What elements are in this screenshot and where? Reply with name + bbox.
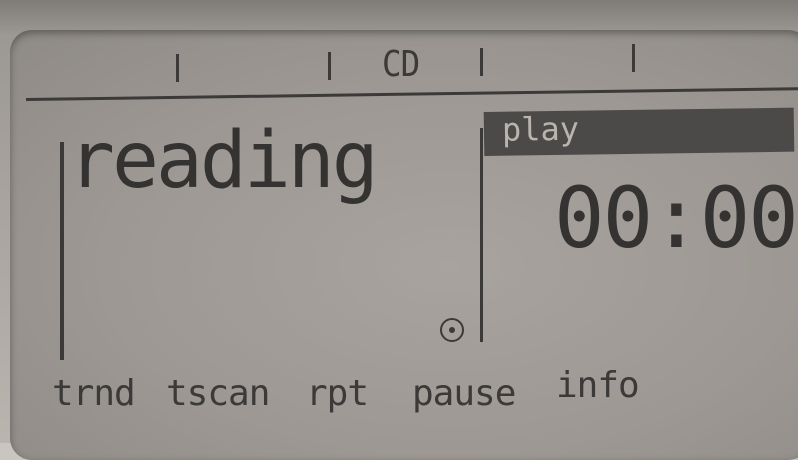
play-state-bar: play [483,107,795,156]
status-text: reading [68,116,379,206]
softkey-bar: trnd tscan rpt pause info [52,368,798,426]
header-divider [25,87,798,101]
lcd-screen: CD reading play 00:00 trnd tscan rpt pau… [10,30,798,460]
segment-indicator [632,44,635,72]
disc-icon [440,318,464,342]
segment-indicator [328,52,331,80]
source-mode-label: CD [382,44,420,85]
left-panel-border [60,142,64,360]
segment-indicator [480,48,483,76]
softkey-pause[interactable]: pause [412,376,516,412]
segment-indicator [176,54,179,82]
softkey-rpt[interactable]: rpt [306,376,369,412]
panel-divider [480,128,483,342]
softkey-info[interactable]: info [556,368,640,404]
play-state-label: play [501,109,580,149]
softkey-trnd[interactable]: trnd [52,376,136,412]
elapsed-time: 00:00 [554,169,798,267]
softkey-tscan[interactable]: tscan [166,376,270,412]
